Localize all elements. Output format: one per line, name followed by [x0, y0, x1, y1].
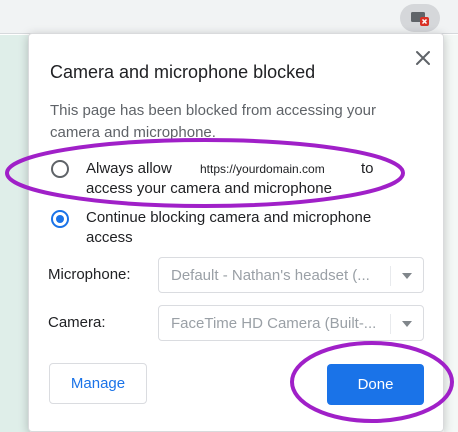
camera-label: Camera: [48, 314, 106, 331]
camera-blocked-icon [411, 12, 429, 26]
camera-select-value: FaceTime HD Camera (Built-... [171, 315, 377, 332]
microphone-label: Microphone: [48, 266, 131, 283]
permission-dialog: Camera and microphone blocked This page … [28, 33, 444, 432]
chevron-down-icon [402, 273, 412, 279]
browser-toolbar [0, 0, 458, 34]
manage-button[interactable]: Manage [49, 363, 147, 404]
allow-label-line2: access your camera and microphone [86, 180, 332, 197]
block-radio[interactable] [51, 210, 69, 228]
close-icon [416, 51, 430, 65]
done-button[interactable]: Done [327, 364, 424, 405]
camera-blocked-button[interactable] [400, 4, 440, 32]
microphone-select-value: Default - Nathan's headset (... [171, 267, 370, 284]
chevron-down-icon [402, 321, 412, 327]
close-button[interactable] [414, 49, 432, 67]
block-label: Continue blocking camera and microphone … [86, 209, 372, 246]
page-sidebar-area [0, 35, 30, 432]
allow-label-suffix: to [361, 160, 374, 177]
dialog-title: Camera and microphone blocked [50, 62, 316, 82]
microphone-select[interactable]: Default - Nathan's headset (... [158, 257, 424, 293]
allow-label-prefix: Always allow [86, 160, 172, 177]
select-divider [390, 314, 391, 334]
allow-url: https://yourdomain.com [200, 162, 325, 176]
page-right-area [444, 35, 458, 432]
camera-select[interactable]: FaceTime HD Camera (Built-... [158, 305, 424, 341]
allow-radio[interactable] [51, 160, 69, 178]
select-divider [390, 266, 391, 286]
dialog-description: This page has been blocked from accessin… [50, 102, 377, 141]
